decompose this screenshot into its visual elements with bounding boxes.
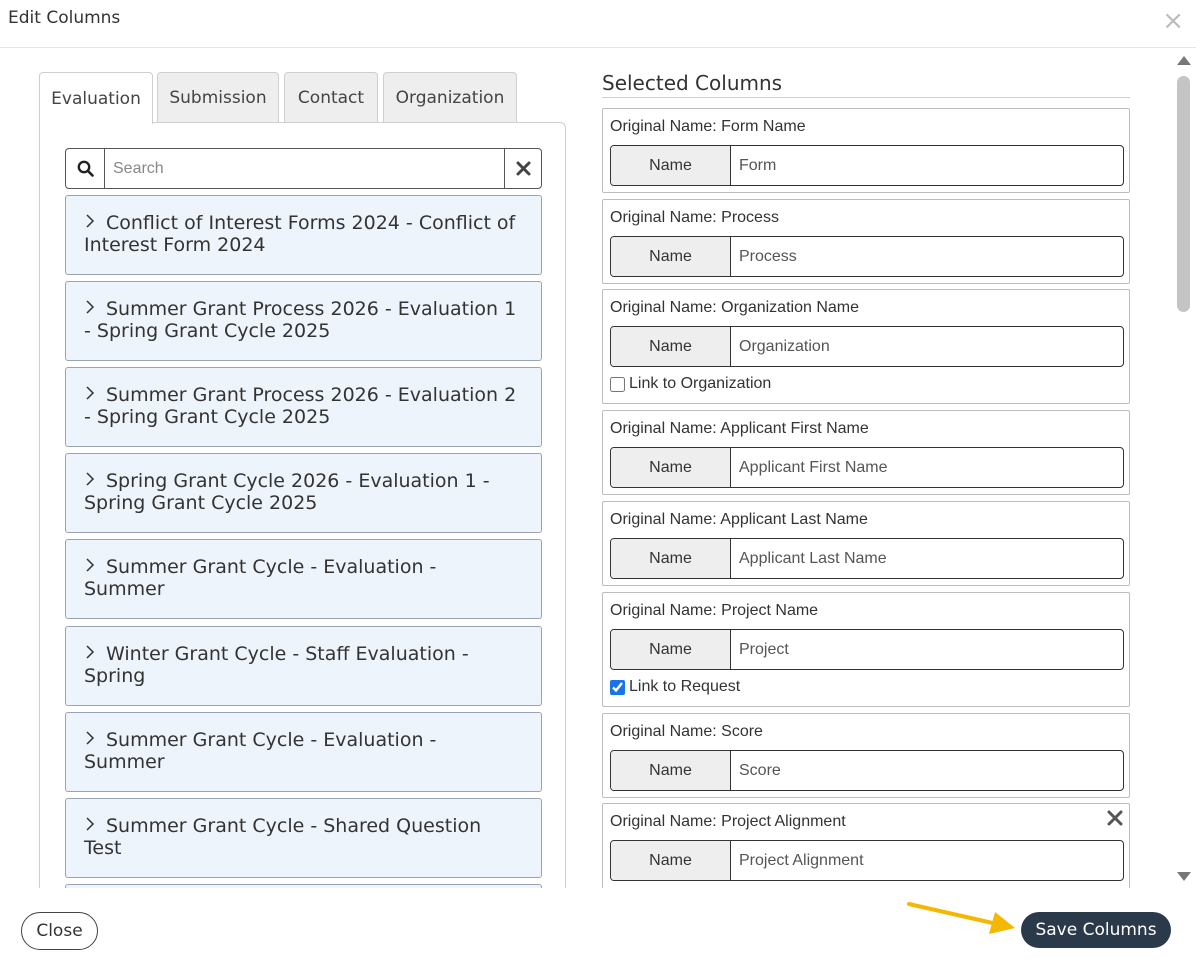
selected-column-card: Original Name: Form Name Name — [602, 108, 1130, 193]
chevron-right-icon — [84, 298, 102, 320]
field-group-item[interactable]: Conflict of Interest Forms 2024 - Confli… — [65, 195, 542, 275]
field-group-label: Spring Grant Cycle 2026 - Evaluation 1 -… — [84, 470, 490, 514]
chevron-right-icon — [84, 815, 102, 837]
link-to-organization-checkbox[interactable] — [610, 376, 625, 392]
field-group-item[interactable]: Summer Grant Cycle - Evaluation - Summer — [65, 539, 542, 619]
field-groups-panel: Conflict of Interest Forms 2024 - Confli… — [39, 122, 566, 888]
column-name-group: Name — [610, 750, 1124, 791]
close-icon[interactable]: × — [1162, 8, 1184, 34]
name-addon-label: Name — [611, 751, 731, 790]
field-group-item[interactable]: Summer Grant Cycle - Shared Question Tes… — [65, 798, 542, 878]
field-group-item[interactable] — [65, 884, 542, 888]
field-group-item[interactable]: Summer Grant Process 2026 - Evaluation 2… — [65, 367, 542, 447]
scroll-up-icon[interactable] — [1177, 56, 1191, 65]
selected-column-card: Original Name: Applicant Last Name Name — [602, 501, 1130, 586]
original-name-label: Original Name: Project Alignment — [610, 813, 846, 830]
search-box — [65, 148, 542, 189]
field-group-label: Conflict of Interest Forms 2024 - Confli… — [84, 212, 516, 256]
field-group-label: Summer Grant Process 2026 - Evaluation 2… — [84, 384, 517, 428]
column-name-input[interactable] — [731, 751, 1123, 790]
name-addon-label: Name — [611, 841, 731, 880]
clear-search-icon[interactable] — [504, 149, 541, 188]
link-to-request-row[interactable]: Link to Request — [610, 678, 740, 696]
original-name-label: Original Name: Project Name — [610, 602, 819, 619]
selected-columns-list: Original Name: Form Name Name Original N… — [602, 108, 1130, 888]
column-name-input[interactable] — [731, 841, 1123, 880]
column-name-input[interactable] — [731, 630, 1123, 669]
original-name-label: Original Name: Organization Name — [610, 299, 859, 316]
field-group-item[interactable]: Winter Grant Cycle - Staff Evaluation - … — [65, 626, 542, 706]
selected-column-card: Original Name: Process Name — [602, 199, 1130, 284]
annotation-arrow-icon — [907, 902, 1015, 934]
field-group-label: Summer Grant Cycle - Evaluation - Summer — [84, 556, 437, 600]
save-columns-button[interactable]: Save Columns — [1021, 912, 1171, 948]
column-name-input[interactable] — [731, 327, 1123, 366]
chevron-right-icon — [84, 212, 102, 234]
dialog-header: Edit Columns × — [0, 0, 1196, 48]
selected-column-card: Original Name: Project Name Name Link to… — [602, 592, 1130, 707]
selected-column-card: Original Name: Score Name — [602, 713, 1130, 798]
name-addon-label: Name — [611, 539, 731, 578]
chevron-right-icon — [84, 384, 102, 406]
scrollbar[interactable] — [1174, 52, 1194, 886]
field-group-item[interactable]: Summer Grant Cycle - Evaluation - Summer — [65, 712, 542, 792]
original-name-label: Original Name: Score — [610, 723, 763, 740]
chevron-right-icon — [84, 556, 102, 578]
original-name-label: Original Name: Process — [610, 209, 779, 226]
column-name-group: Name — [610, 145, 1124, 186]
column-name-input[interactable] — [731, 539, 1123, 578]
selected-column-card: Original Name: Applicant First Name Name — [602, 410, 1130, 495]
name-addon-label: Name — [611, 630, 731, 669]
chevron-right-icon — [84, 643, 102, 665]
link-to-request-checkbox[interactable] — [610, 679, 625, 695]
column-name-input[interactable] — [731, 237, 1123, 276]
link-label: Link to Request — [629, 678, 741, 695]
column-name-group: Name — [610, 326, 1124, 367]
name-addon-label: Name — [611, 146, 731, 185]
original-name-label: Original Name: Applicant First Name — [610, 420, 869, 437]
tab-evaluation[interactable]: Evaluation — [39, 72, 153, 124]
remove-column-icon[interactable] — [1107, 810, 1123, 830]
field-group-label: Winter Grant Cycle - Staff Evaluation - … — [84, 643, 469, 687]
column-name-input[interactable] — [731, 146, 1123, 185]
link-to-organization-row[interactable]: Link to Organization — [610, 375, 771, 393]
column-name-group: Name — [610, 236, 1124, 277]
close-button[interactable]: Close — [21, 912, 98, 950]
dialog-title: Edit Columns — [8, 8, 121, 28]
column-name-group: Name — [610, 629, 1124, 670]
name-addon-label: Name — [611, 448, 731, 487]
link-label: Link to Organization — [629, 375, 772, 392]
field-group-item[interactable]: Summer Grant Process 2026 - Evaluation 1… — [65, 281, 542, 361]
column-name-group: Name — [610, 840, 1124, 881]
scroll-down-icon[interactable] — [1177, 872, 1191, 881]
tab-submission[interactable]: Submission — [157, 72, 279, 123]
tab-organization[interactable]: Organization — [383, 72, 517, 123]
tab-contact[interactable]: Contact — [284, 72, 378, 123]
field-group-label: Summer Grant Cycle - Evaluation - Summer — [84, 729, 437, 773]
search-icon — [66, 149, 105, 188]
selected-column-card: Original Name: Project Alignment Name — [602, 803, 1130, 888]
name-addon-label: Name — [611, 237, 731, 276]
chevron-right-icon — [84, 729, 102, 751]
field-group-label: Summer Grant Cycle - Shared Question Tes… — [84, 815, 482, 859]
selected-columns-title: Selected Columns — [602, 71, 1130, 98]
original-name-label: Original Name: Applicant Last Name — [610, 511, 868, 528]
name-addon-label: Name — [611, 327, 731, 366]
column-name-input[interactable] — [731, 448, 1123, 487]
search-input[interactable] — [105, 149, 504, 188]
column-name-group: Name — [610, 447, 1124, 488]
field-group-label: Summer Grant Process 2026 - Evaluation 1… — [84, 298, 517, 342]
scrollbar-thumb[interactable] — [1177, 76, 1190, 312]
selected-column-card: Original Name: Organization Name Name Li… — [602, 289, 1130, 404]
field-group-item[interactable]: Spring Grant Cycle 2026 - Evaluation 1 -… — [65, 453, 542, 533]
column-name-group: Name — [610, 538, 1124, 579]
original-name-label: Original Name: Form Name — [610, 118, 806, 135]
chevron-right-icon — [84, 470, 102, 492]
